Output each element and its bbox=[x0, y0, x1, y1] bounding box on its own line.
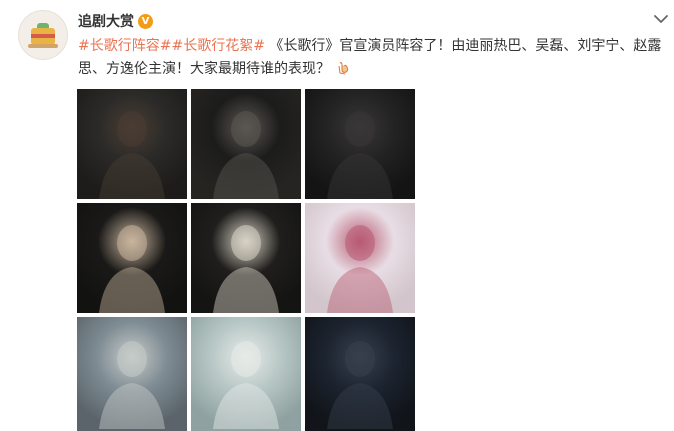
avatar[interactable] bbox=[18, 10, 68, 60]
photo-figure-shape bbox=[99, 111, 165, 199]
avatar-cake-plate bbox=[28, 44, 58, 48]
photo-4[interactable] bbox=[77, 203, 187, 313]
author-name[interactable]: 追剧大赏 bbox=[78, 11, 134, 31]
avatar-cake-stripe bbox=[31, 34, 55, 38]
verified-badge-icon: V bbox=[138, 13, 153, 29]
photo-8[interactable] bbox=[191, 317, 301, 431]
post-text: #长歌行阵容##长歌行花絮# 《长歌行》官宣演员阵容了！由迪丽热巴、吴磊、刘宇宁… bbox=[78, 35, 663, 81]
photo-figure-shape bbox=[99, 225, 165, 313]
photo-5[interactable] bbox=[191, 203, 301, 313]
hashtag-link[interactable]: #长歌行阵容# bbox=[78, 38, 171, 54]
photo-figure-shape bbox=[327, 225, 393, 313]
photo-figure-shape bbox=[213, 341, 279, 429]
hand-emoji-icon bbox=[338, 62, 349, 75]
photo-2[interactable] bbox=[191, 89, 301, 199]
photo-figure-shape bbox=[213, 111, 279, 199]
author-row: 追剧大赏 V bbox=[78, 11, 153, 31]
photo-3[interactable] bbox=[305, 89, 415, 199]
photo-6[interactable] bbox=[305, 203, 415, 313]
photo-figure-shape bbox=[327, 111, 393, 199]
image-grid bbox=[77, 89, 415, 431]
photo-1[interactable] bbox=[77, 89, 187, 199]
weibo-post-card: 追剧大赏 V #长歌行阵容##长歌行花絮# 《长歌行》官宣演员阵容了！由迪丽热巴… bbox=[0, 0, 674, 431]
hashtag-link[interactable]: #长歌行花絮# bbox=[171, 38, 264, 54]
photo-figure-shape bbox=[327, 341, 393, 429]
photo-7[interactable] bbox=[77, 317, 187, 431]
photo-9[interactable] bbox=[305, 317, 415, 431]
photo-figure-shape bbox=[99, 341, 165, 429]
chevron-down-icon[interactable] bbox=[654, 14, 668, 24]
photo-figure-shape bbox=[213, 225, 279, 313]
